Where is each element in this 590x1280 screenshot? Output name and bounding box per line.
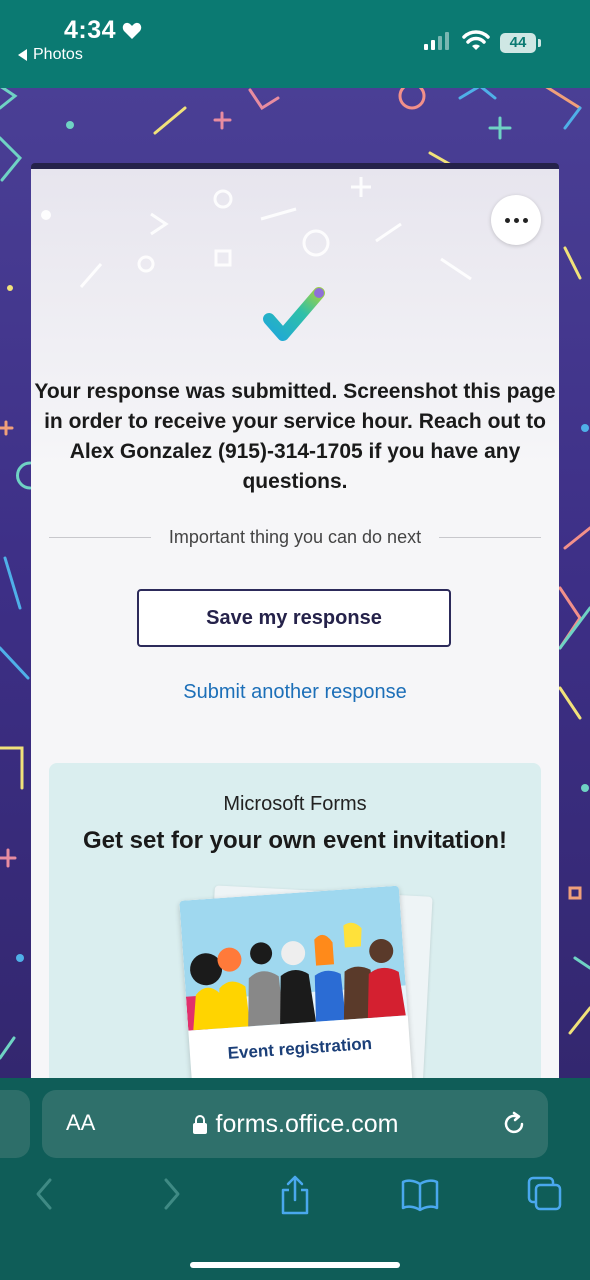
- confirmation-message: Your response was submitted. Screenshot …: [34, 380, 556, 493]
- next-steps-label: Important thing you can do next: [168, 527, 422, 547]
- home-indicator[interactable]: [190, 1262, 400, 1268]
- submit-another-response-link[interactable]: Submit another response: [31, 681, 559, 704]
- browser-toolbar: AA forms.office.com: [0, 1078, 590, 1280]
- battery-nub: [538, 39, 541, 47]
- url-text: forms.office.com: [215, 1110, 399, 1138]
- wifi-icon: [462, 30, 490, 50]
- next-steps-divider: Important thing you can do next: [49, 527, 542, 548]
- signal-icon: [424, 32, 449, 50]
- share-icon[interactable]: [278, 1174, 312, 1216]
- people-illustration: [185, 922, 408, 1031]
- tabs-icon[interactable]: [526, 1174, 564, 1214]
- event-registration-label: Event registration: [227, 1033, 373, 1063]
- lock-icon: [192, 1114, 207, 1134]
- bookmarks-icon[interactable]: [400, 1174, 440, 1214]
- divider-line-right: [439, 537, 542, 538]
- more-options-button[interactable]: [491, 195, 541, 245]
- reload-icon[interactable]: [500, 1110, 528, 1138]
- forward-icon[interactable]: [158, 1174, 186, 1214]
- address-bar[interactable]: AA forms.office.com: [42, 1090, 548, 1158]
- promo-banner[interactable]: Microsoft Forms Get set for your own eve…: [49, 763, 541, 1086]
- status-bar: 4:34 Photos 44: [0, 0, 590, 88]
- promo-title: Get set for your own event invitation!: [82, 827, 508, 854]
- confirmation-card: Your response was submitted. Screenshot …: [31, 163, 559, 1086]
- battery-indicator: 44: [500, 33, 536, 53]
- back-to-app-button[interactable]: Photos: [18, 46, 83, 64]
- clock-time: 4:34: [64, 16, 117, 44]
- checkmark-icon: [263, 287, 325, 341]
- back-app-label: Photos: [33, 46, 83, 63]
- save-response-button[interactable]: Save my response: [137, 589, 451, 647]
- url-display[interactable]: forms.office.com: [42, 1110, 548, 1139]
- event-illustration: [179, 885, 408, 1031]
- back-triangle-icon: [18, 49, 27, 61]
- heart-icon: [122, 22, 142, 39]
- previous-tab-peek[interactable]: [0, 1090, 30, 1158]
- divider-line-left: [49, 537, 151, 538]
- clock: 4:34: [64, 16, 142, 45]
- back-icon[interactable]: [30, 1174, 58, 1214]
- promo-brand: Microsoft Forms: [223, 793, 367, 815]
- event-registration-card: Event registration: [179, 885, 415, 1086]
